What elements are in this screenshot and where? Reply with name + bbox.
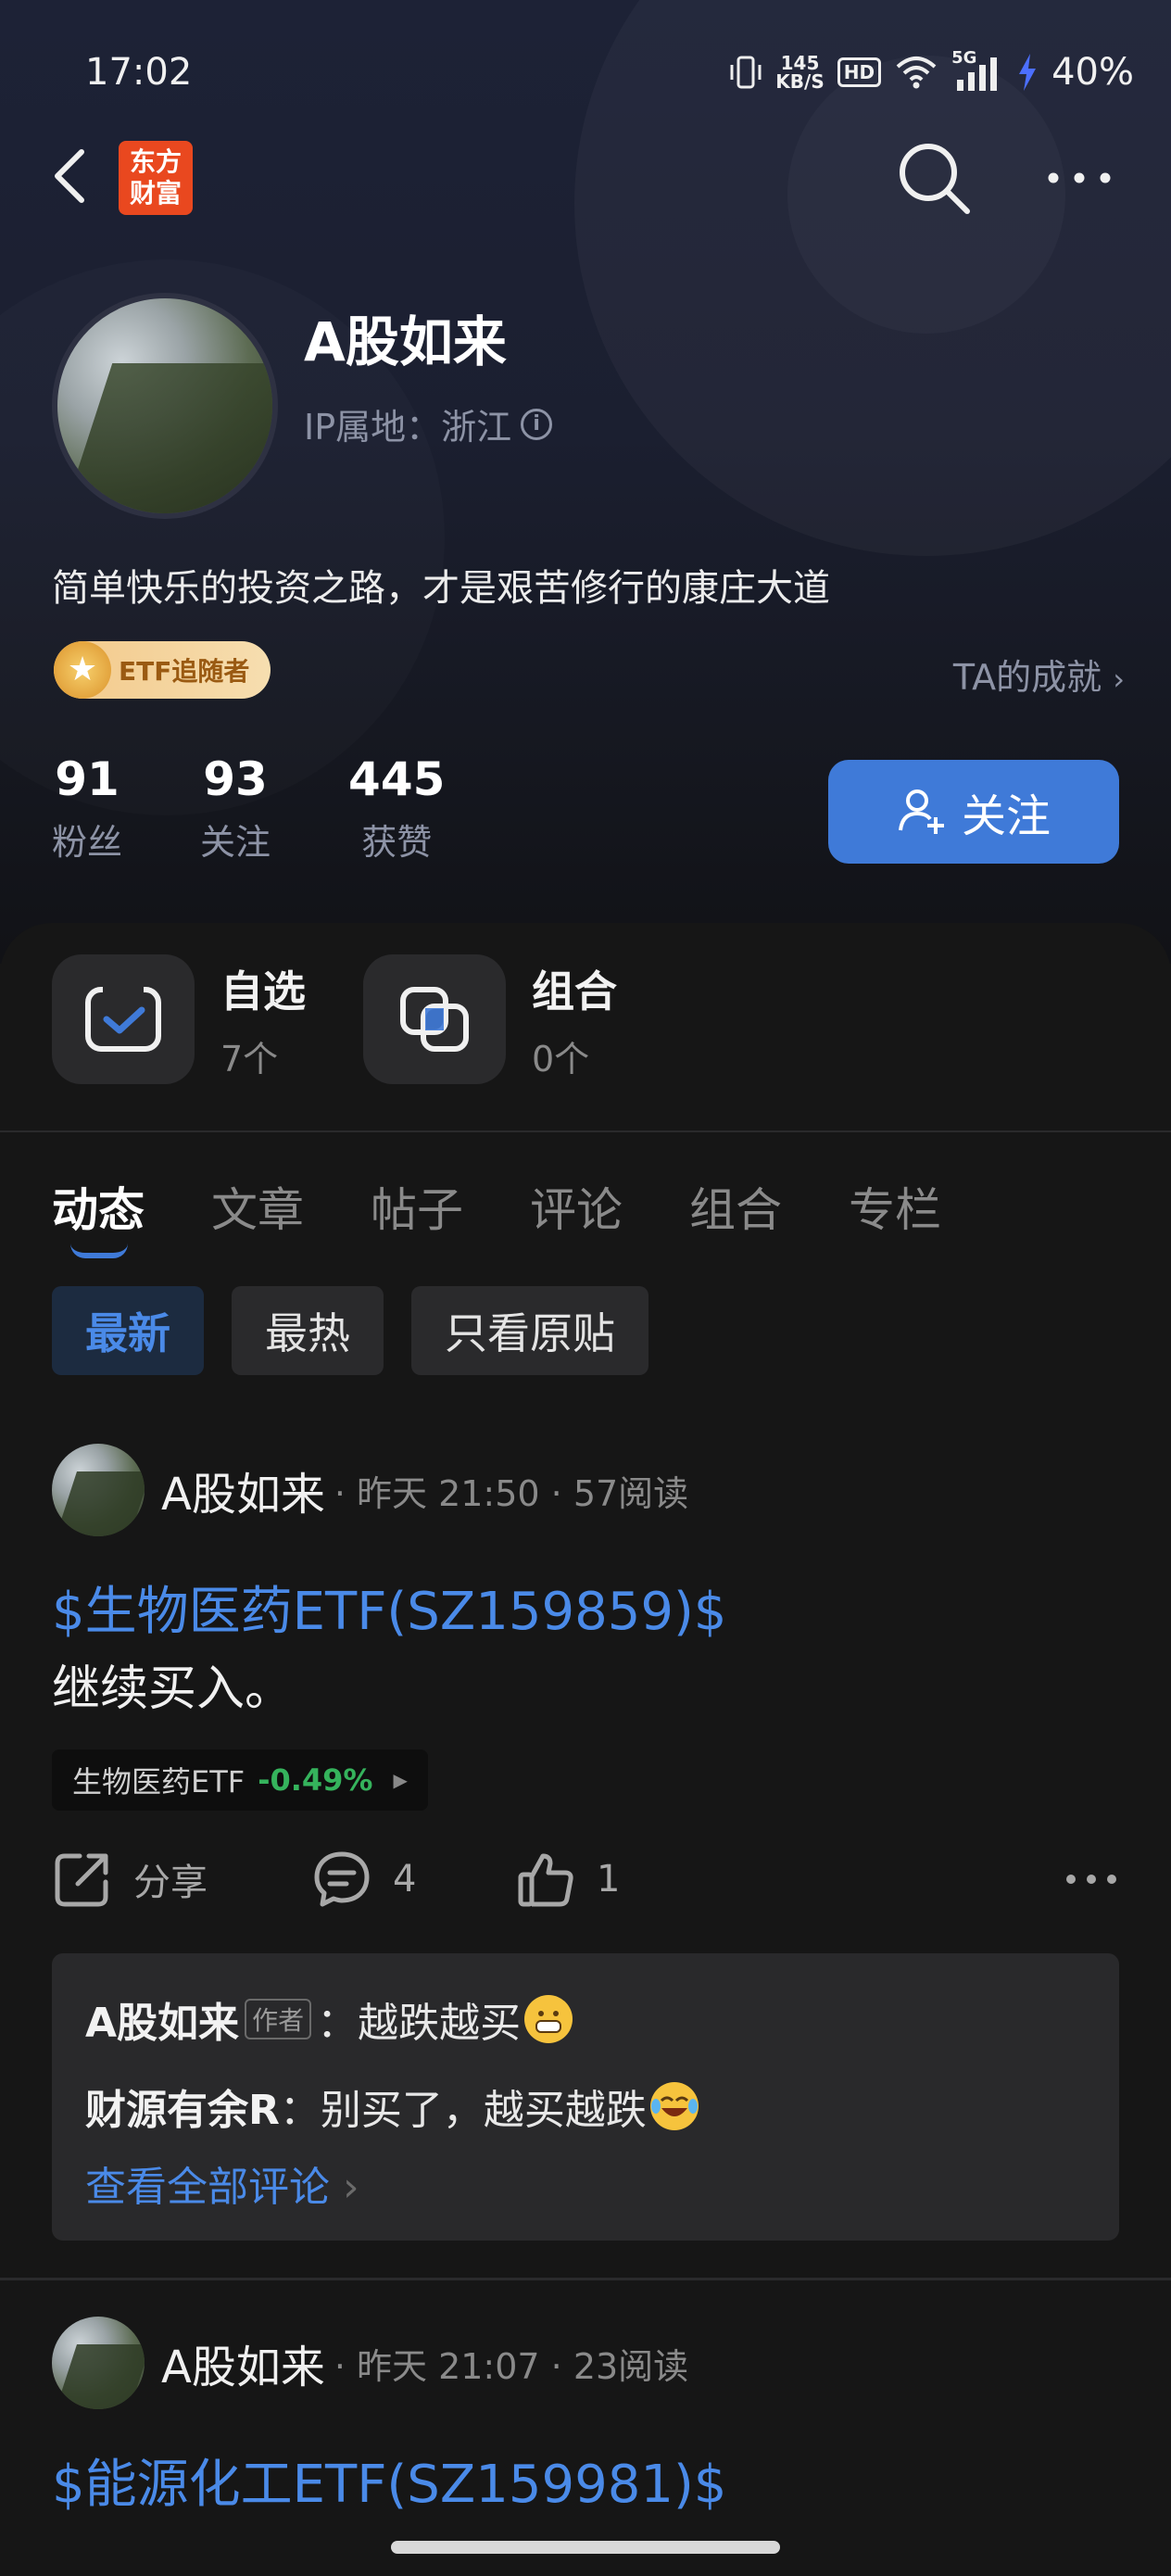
profile-stats: 91 粉丝 93 关注 445 获赞 [52,752,523,865]
profile-name: A股如来 [304,310,507,373]
stat-following[interactable]: 93 关注 [200,752,271,865]
tab-dynamics[interactable]: 动态 [52,1173,145,1258]
thumbs-up-icon [518,1853,573,1907]
net-speed: 145 KB/S [775,52,825,93]
content-card: 自选 7个 组合 0个 动态 文章 帖子 评论 组合 专栏 最新 最热 只看原贴… [0,923,1171,2576]
tab-posts[interactable]: 帖子 [371,1173,463,1240]
filter-bar: 最新 最热 只看原贴 [52,1286,648,1375]
tab-portfolios[interactable]: 组合 [689,1173,782,1240]
comment-user[interactable]: A股如来 [85,1989,239,2049]
filter-original-only[interactable]: 只看原贴 [411,1286,648,1375]
author-avatar[interactable] [52,1444,145,1536]
battery-level: 40% [1051,51,1134,94]
tab-columns[interactable]: 专栏 [849,1173,941,1240]
comment-user[interactable]: 财源有余R [85,2077,280,2136]
add-user-icon [898,789,944,834]
post-stock-link[interactable]: $生物医药ETF(SZ159859)$ [52,1570,726,1645]
comment-text: 别买了，越买越跌 [320,2087,647,2134]
stock-quote-chip[interactable]: 生物医药ETF -0.49% ▶ [52,1749,428,1811]
hd-icon: HD [837,57,882,87]
back-icon[interactable] [46,139,102,213]
post-meta: · 昨天 21:07 · 23阅读 [334,2345,689,2387]
divider [0,2278,1171,2280]
signal-icon: 5G [951,48,1003,93]
app-logo: 东方 财富 [119,141,193,215]
stat-fans[interactable]: 91 粉丝 [52,752,122,865]
comment-text: 越跌越买 [358,2000,522,2047]
post-header: A股如来 · 昨天 21:50 · 57阅读 [52,1444,688,1536]
profile-bio: 简单快乐的投资之路，才是艰苦修行的康庄大道 [52,567,830,610]
post-author[interactable]: A股如来 [161,2330,325,2395]
comment-icon [314,1851,370,1907]
author-avatar[interactable] [52,2317,145,2409]
divider [0,1130,1171,1132]
etf-badge[interactable]: ★ ETF追随者 [54,641,271,699]
grin-emoji-icon [524,1995,573,2043]
post-stock-link[interactable]: $能源化工ETF(SZ159981)$ [52,2443,726,2518]
ip-location: IP属地：浙江 i [304,398,553,449]
share-button[interactable]: 分享 [52,1849,311,1910]
comment-item: 财源有余R ： 别买了，越买越跌 [85,2063,1086,2150]
post-actions: 分享 4 1 [52,1842,1119,1916]
post-text: 继续买入。 [52,1661,294,1717]
watchlist-shortcut[interactable]: 自选 7个 [52,954,306,1084]
tab-articles[interactable]: 文章 [211,1173,304,1240]
chevron-right-icon: › [1113,662,1125,697]
status-time: 17:02 [85,51,193,94]
search-icon[interactable] [895,139,973,217]
filter-hot[interactable]: 最热 [232,1286,384,1375]
comment-preview[interactable]: A股如来 作者 ： 越跌越买 财源有余R ： 别买了，越买越跌 查看全部评论 › [52,1953,1119,2241]
portfolio-shortcut[interactable]: 组合 0个 [363,954,617,1084]
post-header: A股如来 · 昨天 21:07 · 23阅读 [52,2317,688,2409]
like-button[interactable]: 1 [515,1849,620,1910]
checkbox-icon [85,986,161,1052]
vibrate-icon [730,56,762,89]
info-icon[interactable]: i [521,408,553,440]
post-more-icon[interactable] [1064,1870,1119,1888]
comment-button[interactable]: 4 [311,1849,515,1910]
achievements-link[interactable]: TA的成就 › [953,649,1125,700]
play-icon: ▶ [393,1769,408,1791]
profile-tabs: 动态 文章 帖子 评论 组合 专栏 [52,1173,941,1258]
tab-comments[interactable]: 评论 [530,1173,623,1240]
charging-icon [1019,54,1037,91]
medal-icon: ★ [54,641,111,699]
author-tag: 作者 [245,1999,312,2039]
follow-button[interactable]: 关注 [828,760,1119,864]
view-all-comments-link[interactable]: 查看全部评论 › [85,2153,1086,2213]
stat-likes[interactable]: 445 获赞 [348,752,445,865]
filter-latest[interactable]: 最新 [52,1286,204,1375]
home-indicator[interactable] [391,2541,780,2554]
status-bar: 17:02 145 KB/S HD 5G 40% [85,44,1134,100]
post-author[interactable]: A股如来 [161,1458,325,1522]
post-meta: · 昨天 21:50 · 57阅读 [334,1472,689,1514]
profile-avatar[interactable] [52,293,278,519]
share-icon [55,1853,108,1907]
laugh-cry-emoji-icon [649,2082,699,2130]
comment-item: A股如来 作者 ： 越跌越买 [85,1976,1086,2063]
portfolio-icon [400,987,469,1052]
wifi-icon [896,57,937,89]
more-icon[interactable] [1042,159,1116,196]
